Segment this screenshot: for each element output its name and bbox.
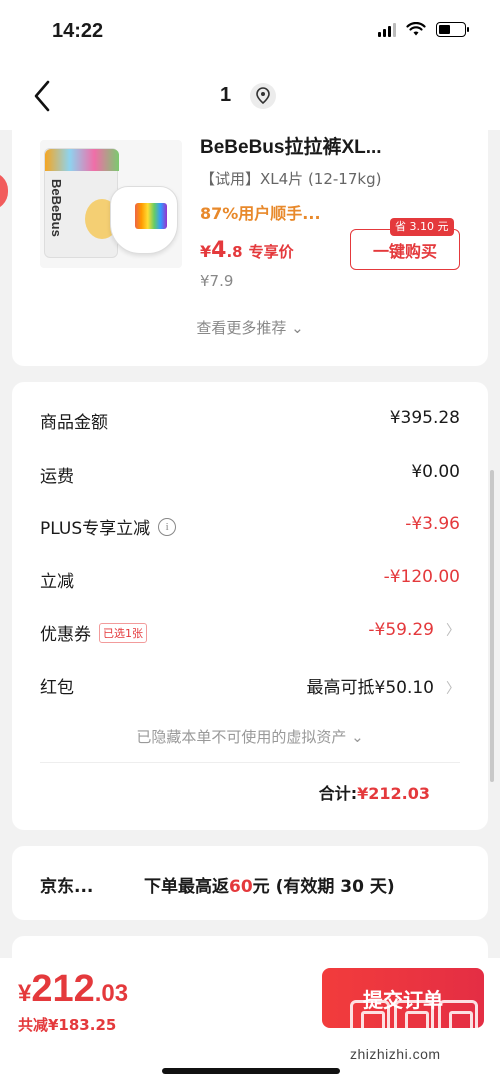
more-recommend-link[interactable]: 查看更多推荐 ⌄ (12, 317, 488, 338)
product-rating: 87%用户顺手... (200, 204, 321, 223)
divider (40, 762, 460, 763)
product-price: ¥4.8 专享价 (200, 238, 294, 263)
status-icons (378, 22, 469, 37)
rebate-text: 下单最高返60元 (有效期 30 天) (144, 877, 395, 897)
back-arrow-icon[interactable] (28, 78, 58, 114)
diaper-image (110, 186, 178, 254)
product-name[interactable]: BeBeBus拉拉裤XL... (200, 132, 382, 159)
cellular-signal-icon (378, 22, 396, 37)
chevron-right-icon: 〉 (446, 623, 460, 639)
summary-row-redpacket[interactable]: 红包 最高可抵¥50.10 〉 (40, 669, 460, 699)
rebate-card[interactable]: 京东... 下单最高返60元 (有效期 30 天) (12, 846, 488, 920)
status-time: 14:22 (52, 20, 104, 42)
chevron-right-icon: 〉 (446, 681, 460, 697)
summary-row-coupon[interactable]: 优惠券 已选1张 -¥59.29 〉 (40, 616, 460, 646)
info-icon[interactable]: i (158, 517, 177, 536)
summary-row-shipping: 运费 ¥0.00 (40, 462, 460, 487)
wifi-icon (406, 22, 426, 36)
save-badge: 省 3.10 元 (390, 218, 454, 236)
hidden-assets-toggle[interactable]: 已隐藏本单不可使用的虚拟资产 ⌄ (12, 726, 488, 747)
location-pin-icon[interactable] (250, 83, 276, 109)
watermark: zhizhizhi.com (350, 1000, 478, 1062)
summary-row-discount: 立减 -¥120.00 (40, 567, 460, 592)
nav-title: 1 (220, 84, 232, 106)
floating-side-tab[interactable] (0, 172, 8, 210)
checkout-price: ¥212.03 (18, 968, 129, 1010)
product-original-price: ¥7.9 (200, 272, 234, 290)
watermark-logo-icon (350, 1000, 478, 1040)
order-summary-card: 商品金额 ¥395.28 运费 ¥0.00 PLUS专享立减 i -¥3.96 立… (12, 382, 488, 830)
total-saved: 共减¥183.25 (18, 1016, 117, 1034)
recommend-card: BeBeBus BeBeBus拉拉裤XL... 【试用】XL4片 (12-17k… (12, 118, 488, 366)
order-total: 合计:¥212.03 (318, 784, 430, 803)
product-spec: 【试用】XL4片 (12-17kg) (200, 170, 382, 188)
product-image[interactable]: BeBeBus (40, 140, 182, 268)
battery-icon (436, 22, 469, 37)
scrollbar[interactable] (490, 470, 494, 782)
status-bar: 14:22 (0, 0, 500, 60)
product-package-image: BeBeBus (44, 148, 119, 258)
summary-row-goods: 商品金额 ¥395.28 (40, 408, 460, 433)
home-indicator[interactable] (162, 1068, 340, 1074)
coupon-selected-tag: 已选1张 (99, 622, 147, 643)
rebate-source: 京东... (40, 877, 94, 897)
summary-row-plus: PLUS专享立减 i -¥3.96 (40, 514, 460, 539)
